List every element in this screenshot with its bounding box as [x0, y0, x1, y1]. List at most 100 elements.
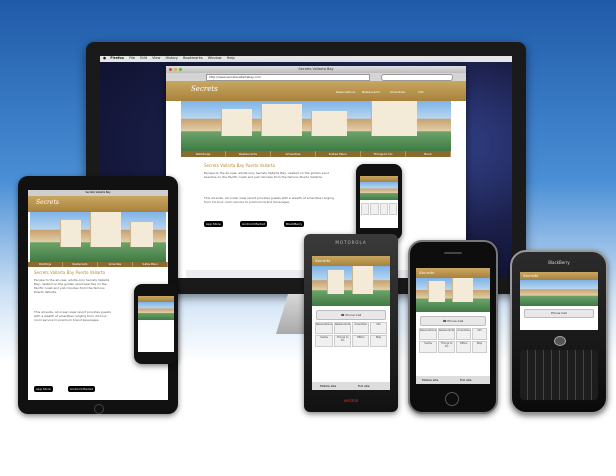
android-market-badge[interactable]: Android Market — [68, 386, 95, 392]
hotel-photo — [416, 278, 490, 312]
search-input[interactable] — [381, 74, 453, 81]
phone-call-label: Phone Call — [447, 319, 464, 323]
home-button[interactable] — [445, 392, 459, 406]
icon-offers[interactable]: Offers — [352, 335, 370, 347]
top-icon-reservations[interactable]: Reservations — [336, 90, 355, 94]
icon-restaurants[interactable]: Restaurants — [334, 322, 352, 334]
menu-item[interactable]: History — [166, 56, 178, 60]
app-store-badge[interactable]: App Store — [34, 386, 53, 392]
bb-screen: Secrets Phone Call — [520, 272, 598, 330]
nav-item[interactable]: Restaurants — [226, 151, 271, 157]
phone-icon: ☎ — [442, 319, 447, 323]
top-icon-amenities[interactable]: Amenities — [390, 90, 405, 94]
menu-item[interactable]: File — [129, 56, 135, 60]
body-text-2: This all-suite, all ocean view resort pr… — [204, 196, 334, 204]
top-icon-info[interactable]: Info — [418, 90, 424, 94]
nav-item[interactable]: Restaurants — [63, 262, 98, 267]
keyboard[interactable] — [520, 350, 598, 400]
iphone: Secrets ☎ Phone Call Reservations Restau… — [408, 240, 498, 414]
icon-reservations[interactable]: Reservations — [315, 322, 334, 334]
footer-link[interactable]: Full site — [358, 384, 370, 388]
mobile-footer: Mobile site Full site — [416, 376, 490, 384]
icon-info[interactable]: Info — [370, 322, 387, 334]
site-logo[interactable]: Secrets — [36, 199, 59, 206]
minimize-icon[interactable] — [174, 68, 177, 71]
android-market-badge[interactable]: Android Market — [240, 221, 267, 227]
icon-amenities[interactable]: Amenities — [352, 322, 370, 334]
menu-item[interactable]: Help — [227, 56, 235, 60]
trackball[interactable] — [554, 336, 566, 346]
blackberry-badge[interactable]: BlackBerry — [284, 221, 305, 227]
icon-offers[interactable]: Offers — [456, 341, 472, 353]
footer-link[interactable]: Full site — [460, 378, 472, 382]
phone-call-label: Phone Call — [345, 313, 362, 317]
nav-item[interactable]: Weddings — [28, 262, 63, 267]
icon-things[interactable]: Things to Do — [438, 341, 456, 353]
icon-restaurants[interactable]: Restaurants — [438, 328, 456, 340]
hotel-photo — [138, 302, 174, 320]
icon-map[interactable]: Map — [370, 335, 387, 347]
building — [452, 278, 473, 302]
nav-item[interactable]: Weddings — [181, 151, 226, 157]
app-icon[interactable] — [379, 203, 388, 215]
home-button[interactable] — [94, 404, 104, 414]
bb-brand: BlackBerry — [548, 260, 570, 265]
app-icon[interactable] — [388, 203, 397, 215]
droid-phone: MOTOROLA Secrets ☎ Phone Call Reservatio… — [304, 234, 398, 412]
building — [130, 222, 153, 247]
phone-icon: ☎ — [340, 313, 345, 317]
app-icon[interactable] — [370, 203, 379, 215]
menu-item[interactable]: Firefox — [110, 56, 124, 60]
top-icon-restaurants[interactable]: Restaurants — [362, 90, 380, 94]
icon-things[interactable]: Things to Do — [334, 335, 352, 347]
ipad-nav: Weddings Restaurants Amenities Suites Me… — [28, 262, 168, 267]
apple-icon[interactable]: ● — [103, 56, 106, 60]
nav-item[interactable]: Suites Menu — [316, 151, 361, 157]
url-bar[interactable]: http://www.secretsvallartabay.com — [206, 74, 370, 81]
close-icon[interactable] — [169, 68, 172, 71]
icon-suites[interactable]: Suites — [419, 341, 438, 353]
site-logo[interactable]: Secrets — [315, 258, 330, 263]
nav-item[interactable]: Book — [406, 151, 451, 157]
building — [90, 212, 121, 247]
nav-item[interactable]: Things to Do — [361, 151, 406, 157]
menu-item[interactable]: Edit — [140, 56, 147, 60]
phone-call-button[interactable]: ☎ Phone Call — [420, 316, 486, 326]
icon-amenities[interactable]: Amenities — [456, 328, 472, 340]
nav-item[interactable]: Amenities — [98, 262, 133, 267]
app-icon[interactable] — [361, 203, 370, 215]
blackberry-phone: BlackBerry Secrets Phone Call — [510, 250, 608, 414]
building — [352, 266, 373, 294]
mobile-header: Secrets — [520, 272, 598, 280]
icon-map[interactable]: Map — [472, 341, 487, 353]
browser-titlebar: Secrets Vallarta Bay — [166, 66, 466, 73]
nav-item[interactable]: Amenities — [271, 151, 316, 157]
hotel-photo — [30, 212, 166, 262]
menu-item[interactable]: Window — [208, 56, 222, 60]
site-logo[interactable]: Secrets — [523, 273, 538, 278]
menu-item[interactable]: View — [152, 56, 160, 60]
footer-link[interactable]: Mobile site — [320, 384, 336, 388]
site-logo[interactable]: Secrets — [419, 270, 434, 275]
footer-link[interactable]: Mobile site — [422, 378, 438, 382]
building — [371, 101, 417, 136]
phone-call-button[interactable]: ☎ Phone Call — [316, 310, 386, 320]
mobile-icon-grid: Reservations Restaurants Amenities Info … — [315, 322, 387, 347]
zoom-icon[interactable] — [179, 68, 182, 71]
mac-menubar: ● Firefox File Edit View History Bookmar… — [100, 56, 512, 62]
site-logo[interactable]: Secrets — [191, 85, 218, 93]
phone-call-button[interactable]: Phone Call — [524, 309, 594, 318]
nav-item[interactable]: Suites Menu — [133, 262, 168, 267]
building — [261, 103, 302, 136]
hotel-photo — [520, 280, 598, 306]
iphone-tiny — [134, 284, 178, 364]
page-title: Secrets Vallarta Bay Puerto Vallarta — [204, 163, 275, 168]
icon-reservations[interactable]: Reservations — [419, 328, 438, 340]
menu-item[interactable]: Bookmarks — [183, 56, 203, 60]
icon-suites[interactable]: Suites — [315, 335, 334, 347]
icon-info[interactable]: Info — [472, 328, 487, 340]
building — [311, 111, 347, 136]
droid-screen: Secrets ☎ Phone Call Reservations Restau… — [312, 256, 390, 390]
site-header: Secrets Reservations Restaurants Ameniti… — [166, 81, 466, 101]
app-store-badge[interactable]: App Store — [204, 221, 223, 227]
